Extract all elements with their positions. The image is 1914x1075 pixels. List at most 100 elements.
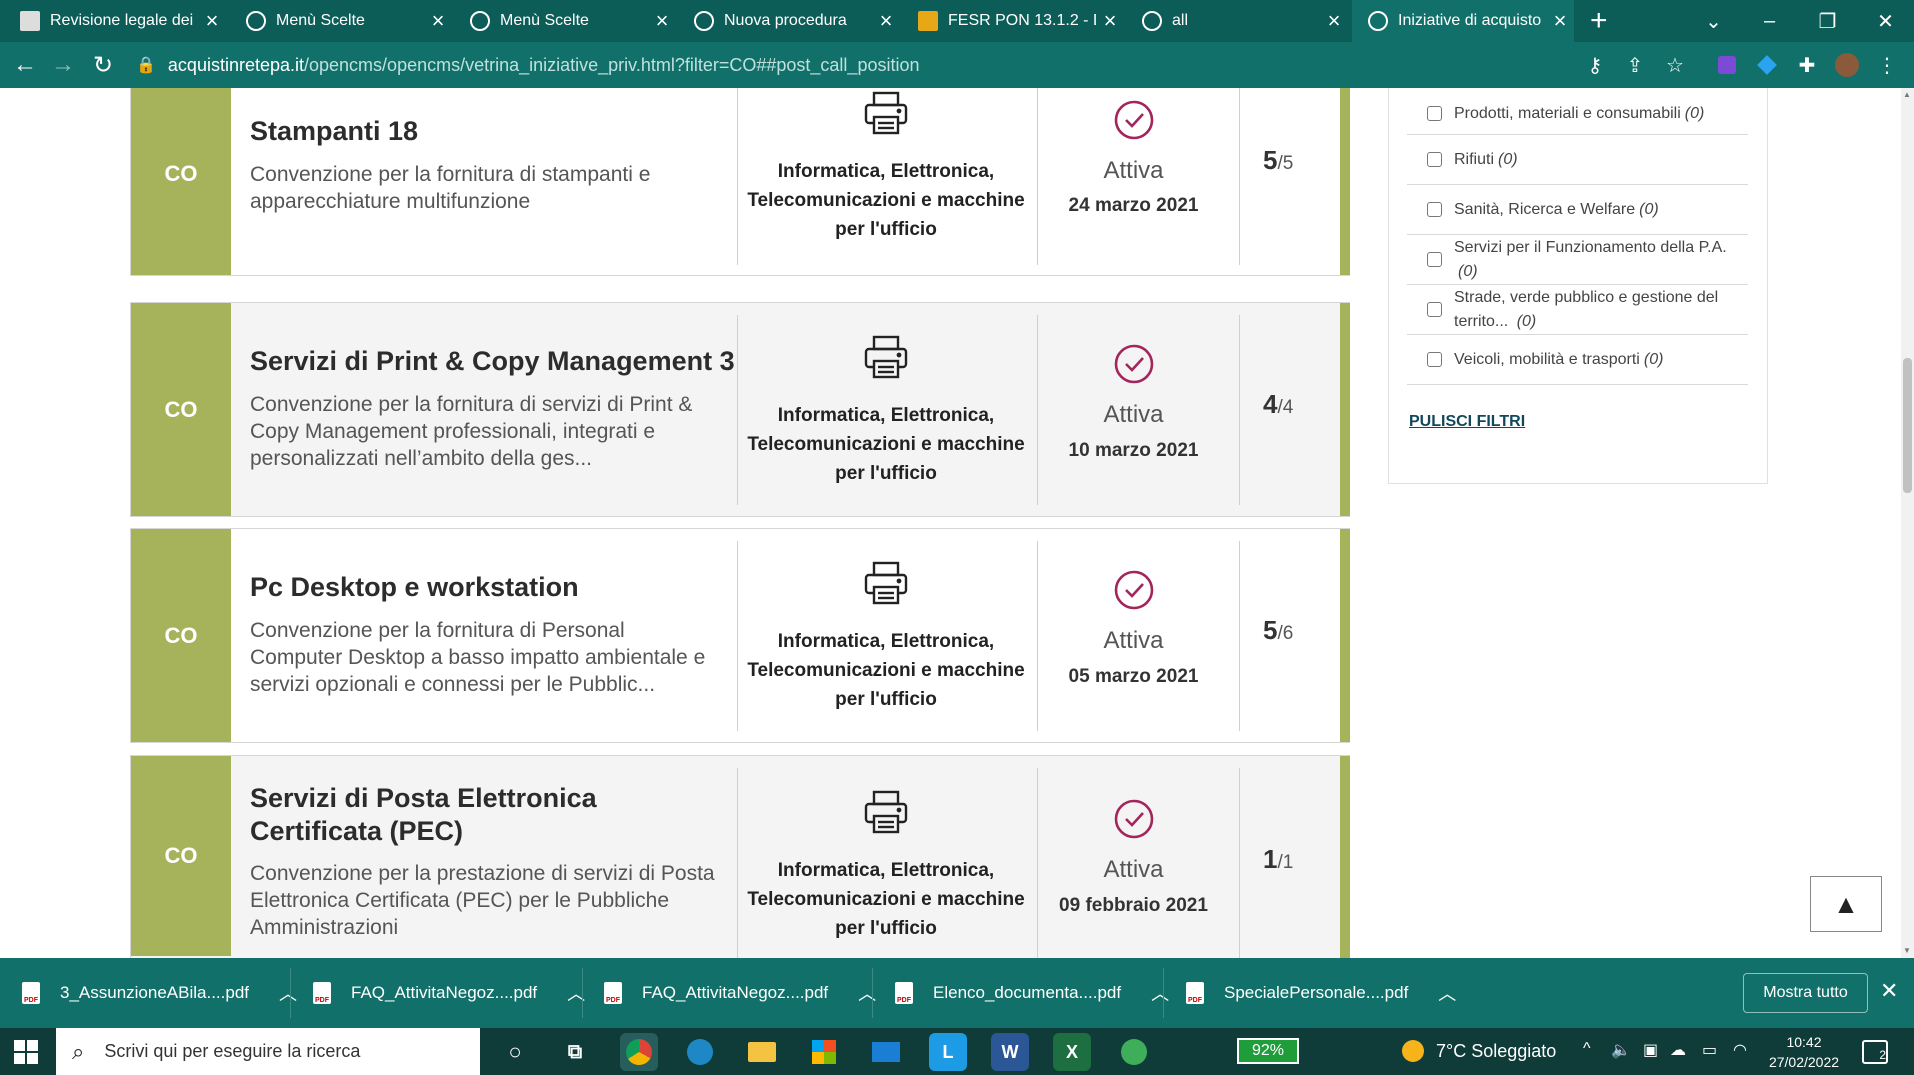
- share-icon[interactable]: ⇪: [1622, 52, 1648, 78]
- filter-option-veicoli[interactable]: Veicoli, mobilità e trasporti (0): [1407, 335, 1748, 385]
- filter-checkbox[interactable]: [1427, 152, 1442, 167]
- minimize-button[interactable]: –: [1742, 0, 1797, 42]
- wifi-icon[interactable]: ◠: [1733, 1040, 1747, 1060]
- download-item[interactable]: PDF 3_AssunzioneABila....pdf ︿: [22, 958, 297, 1028]
- globe-icon: [694, 11, 714, 31]
- extension-icon[interactable]: [1714, 52, 1740, 78]
- tab-search-button[interactable]: ⌄: [1686, 0, 1741, 42]
- key-icon[interactable]: ⚷: [1582, 52, 1608, 78]
- task-view-icon[interactable]: ⧉: [556, 1033, 594, 1071]
- initiative-card[interactable]: CO Servizi di Posta Elettronica Certific…: [130, 755, 1350, 958]
- tab-menu-scelte-1[interactable]: Menù Scelte ×: [230, 0, 452, 42]
- initiative-title[interactable]: Servizi di Print & Copy Management 3: [250, 345, 735, 378]
- forward-button[interactable]: →: [46, 48, 80, 82]
- volume-icon[interactable]: 🔈: [1611, 1040, 1631, 1060]
- tab-fesr-pon[interactable]: FESR PON 13.1.2 - Dic ×: [902, 0, 1124, 42]
- meet-now-icon[interactable]: ▣: [1643, 1040, 1658, 1060]
- close-window-button[interactable]: ✕: [1858, 0, 1913, 42]
- close-icon[interactable]: ×: [872, 8, 900, 34]
- chevron-up-icon[interactable]: ︿: [1151, 980, 1169, 1006]
- edge-dev-icon[interactable]: [1115, 1033, 1153, 1071]
- initiative-card[interactable]: CO Stampanti 18 Convenzione per la forni…: [130, 88, 1350, 276]
- word-icon[interactable]: W: [991, 1033, 1029, 1071]
- initiative-description: Convenzione per la fornitura di servizi …: [250, 393, 693, 470]
- tab-title: Menù Scelte: [500, 12, 589, 29]
- filter-option-sanita[interactable]: Sanità, Ricerca e Welfare (0): [1407, 185, 1748, 235]
- l-app-icon[interactable]: L: [929, 1033, 967, 1071]
- lots-active: 4: [1263, 389, 1278, 419]
- column-divider: [1239, 315, 1240, 505]
- download-item[interactable]: PDF SpecialePersonale....pdf ︿: [1186, 958, 1456, 1028]
- battery-indicator[interactable]: 92%: [1237, 1038, 1299, 1064]
- initiative-title[interactable]: Servizi di Posta Elettronica Certificata…: [250, 782, 720, 848]
- file-explorer-icon[interactable]: [743, 1033, 781, 1071]
- cortana-icon[interactable]: ○: [496, 1033, 534, 1071]
- tab-nuova-procedura[interactable]: Nuova procedura ×: [678, 0, 900, 42]
- filter-checkbox[interactable]: [1427, 202, 1442, 217]
- battery-icon[interactable]: ▭: [1702, 1040, 1717, 1060]
- scrollbar-thumb[interactable]: [1903, 358, 1912, 493]
- filter-checkbox[interactable]: [1427, 106, 1442, 121]
- close-icon[interactable]: ×: [648, 8, 676, 34]
- filter-checkbox[interactable]: [1427, 352, 1442, 367]
- chrome-icon[interactable]: [620, 1033, 658, 1071]
- store-icon[interactable]: [805, 1033, 843, 1071]
- close-icon[interactable]: ×: [424, 8, 452, 34]
- download-item[interactable]: PDF FAQ_AttivitaNegoz....pdf ︿: [313, 958, 585, 1028]
- notification-icon[interactable]: 2: [1862, 1040, 1888, 1064]
- menu-kebab-icon[interactable]: ⋮: [1874, 52, 1900, 78]
- download-item[interactable]: PDF FAQ_AttivitaNegoz....pdf ︿: [604, 958, 876, 1028]
- address-bar[interactable]: 🔒 acquistinretepa.it /opencms/opencms/ve…: [136, 46, 1566, 84]
- reload-button[interactable]: ↻: [86, 48, 120, 82]
- close-icon[interactable]: ×: [1546, 8, 1574, 34]
- close-icon[interactable]: ✕: [1880, 978, 1898, 1004]
- close-icon[interactable]: ×: [1320, 8, 1348, 34]
- mail-icon[interactable]: [867, 1033, 905, 1071]
- initiative-card[interactable]: CO Pc Desktop e workstation Convenzione …: [130, 528, 1350, 743]
- initiative-title[interactable]: Pc Desktop e workstation: [250, 571, 579, 604]
- close-icon[interactable]: ×: [198, 8, 226, 34]
- onedrive-icon[interactable]: ☁: [1670, 1040, 1686, 1060]
- scroll-up-icon[interactable]: ▲: [1903, 90, 1911, 99]
- clear-filters-link[interactable]: PULISCI FILTRI: [1409, 413, 1525, 431]
- initiative-type-badge: CO: [131, 529, 231, 742]
- close-icon[interactable]: ×: [1096, 8, 1124, 34]
- filter-option-rifiuti[interactable]: Rifiuti (0): [1407, 135, 1748, 185]
- star-icon[interactable]: ☆: [1662, 52, 1688, 78]
- diamond-extension-icon[interactable]: [1754, 52, 1780, 78]
- new-tab-button[interactable]: +: [1590, 4, 1608, 38]
- edge-icon[interactable]: [681, 1033, 719, 1071]
- filter-option-strade[interactable]: Strade, verde pubblico e gestione del te…: [1407, 285, 1748, 335]
- weather-widget[interactable]: 7°C Soleggiato: [1402, 1040, 1556, 1062]
- chevron-up-icon[interactable]: ︿: [858, 980, 876, 1006]
- initiative-lots: 1/1: [1263, 844, 1343, 875]
- taskbar-search-input[interactable]: ⌕ Scrivi qui per eseguire la ricerca: [56, 1028, 480, 1075]
- tab-iniziative-acquisto[interactable]: Iniziative di acquisto ×: [1352, 0, 1574, 42]
- chevron-up-icon[interactable]: ︿: [1438, 980, 1456, 1006]
- filter-option-prodotti[interactable]: Prodotti, materiali e consumabili (0): [1407, 88, 1748, 135]
- download-item[interactable]: PDF Elenco_documenta....pdf ︿: [895, 958, 1169, 1028]
- tab-revisione-legale[interactable]: Revisione legale dei c ×: [4, 0, 226, 42]
- chevron-up-icon[interactable]: ︿: [279, 980, 297, 1006]
- show-all-downloads-button[interactable]: Mostra tutto: [1743, 973, 1868, 1013]
- page-scrollbar[interactable]: ▲ ▼: [1901, 88, 1914, 958]
- excel-icon[interactable]: X: [1053, 1033, 1091, 1071]
- avatar[interactable]: [1834, 52, 1860, 78]
- scroll-to-top-button[interactable]: ▲: [1810, 876, 1882, 932]
- initiative-title[interactable]: Stampanti 18: [250, 115, 418, 148]
- tab-all[interactable]: all ×: [1126, 0, 1348, 42]
- chevron-up-icon[interactable]: ^: [1583, 1040, 1591, 1058]
- lots-total: /6: [1277, 623, 1294, 644]
- back-button[interactable]: ←: [8, 48, 42, 82]
- puzzle-icon[interactable]: ✚: [1794, 52, 1820, 78]
- initiative-card[interactable]: CO Servizi di Print & Copy Management 3 …: [130, 302, 1350, 517]
- scroll-down-icon[interactable]: ▼: [1903, 946, 1911, 955]
- initiative-description: Convenzione per la prestazione di serviz…: [250, 862, 715, 939]
- filter-option-servizi-pa[interactable]: Servizi per il Funzionamento della P.A. …: [1407, 235, 1748, 285]
- filter-checkbox[interactable]: [1427, 252, 1442, 267]
- system-clock[interactable]: 10:42 27/02/2022: [1764, 1032, 1844, 1072]
- filter-checkbox[interactable]: [1427, 302, 1442, 317]
- tab-menu-scelte-2[interactable]: Menù Scelte ×: [454, 0, 676, 42]
- restore-button[interactable]: ❐: [1800, 0, 1855, 42]
- windows-start-icon[interactable]: [14, 1040, 38, 1064]
